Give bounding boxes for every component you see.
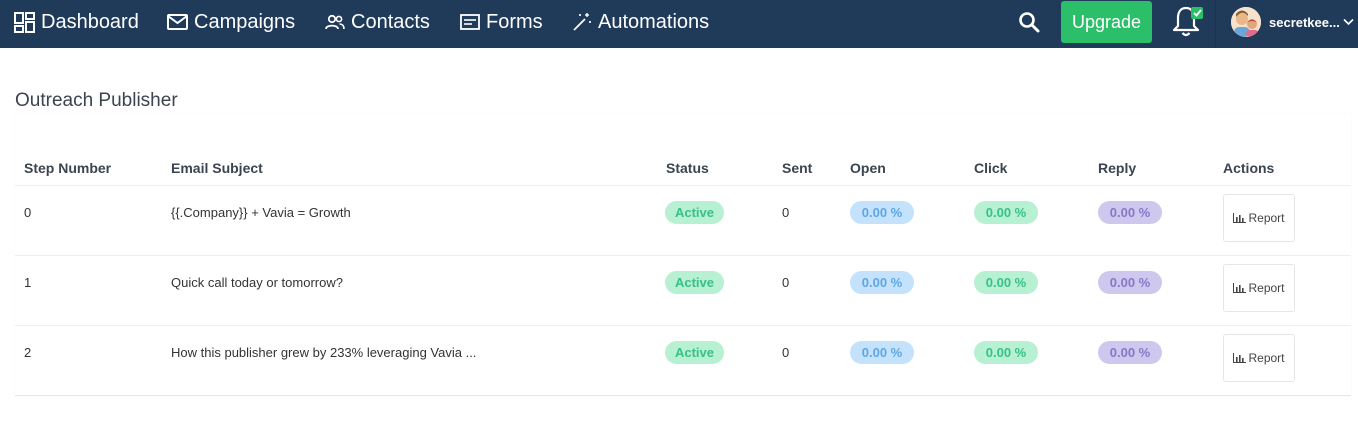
step-number-cell: 0 xyxy=(24,205,32,220)
report-button[interactable]: Report xyxy=(1223,334,1295,382)
column-header-actions: Actions xyxy=(1223,160,1275,176)
report-button-label: Report xyxy=(1248,351,1285,365)
column-header-reply: Reply xyxy=(1098,160,1137,176)
sent-count-cell: 0 xyxy=(782,205,790,220)
bar-chart-icon xyxy=(1233,353,1247,363)
open-rate-badge: 0.00 % xyxy=(850,201,914,224)
magic-wand-icon xyxy=(573,13,591,31)
top-navbar: Dashboard Campaigns Contacts Forms Autom… xyxy=(0,0,1358,48)
avatar-illustration-icon xyxy=(1231,7,1261,37)
step-number-cell: 2 xyxy=(24,345,32,360)
nav-item-automations[interactable]: Automations xyxy=(572,0,709,44)
open-rate-badge: 0.00 % xyxy=(850,271,914,294)
click-rate-badge: 0.00 % xyxy=(974,341,1038,364)
row-divider xyxy=(15,185,1351,186)
reply-rate-badge: 0.00 % xyxy=(1098,201,1162,224)
email-subject-cell: How this publisher grew by 233% leveragi… xyxy=(171,345,477,360)
column-header-step-number: Step Number xyxy=(24,160,112,176)
status-badge: Active xyxy=(665,271,724,294)
mail-icon xyxy=(167,14,188,30)
column-header-email-subject: Email Subject xyxy=(171,160,263,176)
nav-item-label: Campaigns xyxy=(194,10,296,33)
search-icon[interactable] xyxy=(1017,10,1041,34)
nav-item-label: Dashboard xyxy=(41,10,139,33)
nav-item-label: Contacts xyxy=(351,10,430,33)
report-button[interactable]: Report xyxy=(1223,194,1295,242)
upgrade-button[interactable]: Upgrade xyxy=(1061,1,1152,43)
click-rate-badge: 0.00 % xyxy=(974,201,1038,224)
row-divider xyxy=(15,255,1351,256)
report-button-label: Report xyxy=(1248,281,1285,295)
reply-rate-badge: 0.00 % xyxy=(1098,271,1162,294)
bar-chart-icon xyxy=(1233,213,1247,223)
form-icon xyxy=(460,14,480,30)
column-header-sent: Sent xyxy=(782,160,813,176)
nav-item-campaigns[interactable]: Campaigns xyxy=(167,0,295,44)
sent-count-cell: 0 xyxy=(782,345,790,360)
bar-chart-icon xyxy=(1233,283,1247,293)
nav-item-dashboard[interactable]: Dashboard xyxy=(14,0,139,44)
contacts-icon xyxy=(325,14,345,30)
column-header-status: Status xyxy=(666,160,709,176)
row-divider xyxy=(15,325,1351,326)
page-title: Outreach Publisher xyxy=(15,90,178,111)
nav-divider xyxy=(1215,0,1216,48)
dashboard-icon xyxy=(14,11,35,33)
check-icon xyxy=(1192,9,1202,17)
reply-rate-badge: 0.00 % xyxy=(1098,341,1162,364)
user-menu[interactable]: secretkee... xyxy=(1231,5,1354,39)
step-number-cell: 1 xyxy=(24,275,32,290)
status-badge: Active xyxy=(665,341,724,364)
click-rate-badge: 0.00 % xyxy=(974,271,1038,294)
chevron-down-icon xyxy=(1343,18,1354,26)
nav-item-contacts[interactable]: Contacts xyxy=(325,0,430,44)
nav-item-label: Forms xyxy=(486,10,543,33)
nav-item-label: Automations xyxy=(598,10,710,33)
notification-badge xyxy=(1191,7,1203,19)
email-subject-cell: Quick call today or tomorrow? xyxy=(171,275,343,290)
column-header-open: Open xyxy=(850,160,886,176)
open-rate-badge: 0.00 % xyxy=(850,341,914,364)
nav-item-forms[interactable]: Forms xyxy=(460,0,543,44)
email-subject-cell: {{.Company}} + Vavia = Growth xyxy=(171,205,351,220)
sent-count-cell: 0 xyxy=(782,275,790,290)
report-button-label: Report xyxy=(1248,211,1285,225)
status-badge: Active xyxy=(665,201,724,224)
column-header-click: Click xyxy=(974,160,1008,176)
username: secretkee... xyxy=(1269,14,1340,30)
avatar xyxy=(1231,7,1261,37)
report-button[interactable]: Report xyxy=(1223,264,1295,312)
